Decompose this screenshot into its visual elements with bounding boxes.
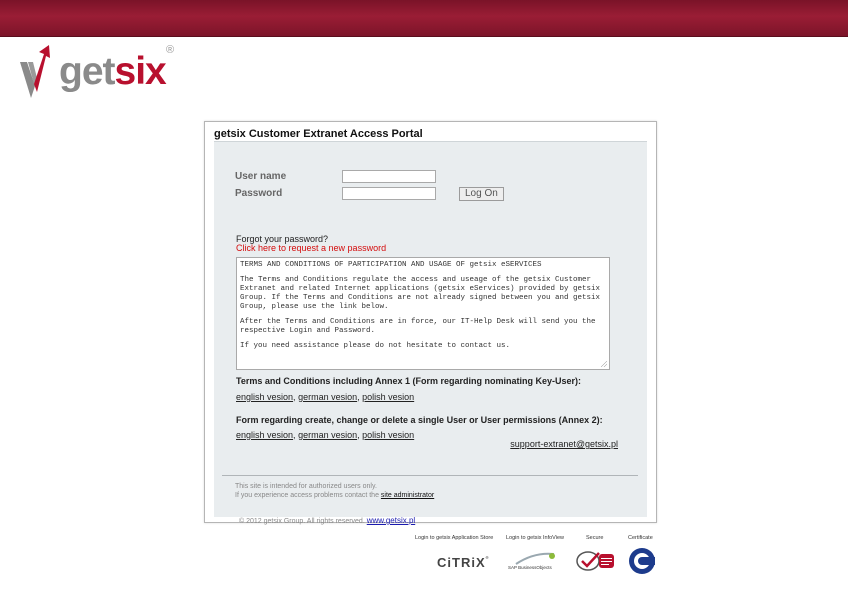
annex2-german-link[interactable]: german vesion bbox=[298, 430, 357, 440]
login-portal-panel: getsix Customer Extranet Access Portal U… bbox=[204, 121, 657, 525]
annex1-german-link[interactable]: german vesion bbox=[298, 392, 357, 402]
annex2-heading: Form regarding create, change or delete … bbox=[236, 415, 603, 425]
citrix-logo-link[interactable]: CiTRiX® bbox=[437, 555, 490, 570]
getsix-wordmark: getsix bbox=[59, 50, 167, 94]
authorized-users-notice: This site is intended for authorized use… bbox=[235, 483, 377, 490]
secure-label: Secure bbox=[586, 535, 604, 541]
citrix-logo-text: CiTRiX bbox=[437, 555, 486, 570]
sap-infoview-label: Login to getsix InfoView bbox=[506, 535, 564, 541]
citrix-store-label: Login to getsix Application Store bbox=[415, 535, 494, 541]
wordmark-get: get bbox=[59, 50, 115, 93]
getsix-website-link[interactable]: www.getsix.pl bbox=[367, 516, 415, 525]
annex2-english-link[interactable]: english vesion bbox=[236, 430, 293, 440]
sap-swoosh-icon bbox=[515, 552, 555, 565]
secure-checkmark-icon[interactable] bbox=[575, 549, 615, 573]
getsix-logo[interactable]: getsix ® bbox=[16, 44, 216, 104]
certificate-label: Certificate bbox=[628, 535, 653, 541]
terms-annex1-heading: Terms and Conditions including Annex 1 (… bbox=[236, 376, 582, 386]
terms-paragraph-2: After the Terms and Conditions are in fo… bbox=[240, 318, 596, 335]
link-separator: , bbox=[293, 430, 296, 440]
username-input[interactable] bbox=[342, 170, 436, 183]
access-problems-notice: If you experience access problems contac… bbox=[235, 492, 434, 499]
terms-paragraph-3: If you need assistance please do not hes… bbox=[240, 342, 511, 350]
certificate-seal-icon[interactable] bbox=[627, 546, 657, 576]
annex1-polish-link[interactable]: polish vesion bbox=[362, 392, 414, 402]
annex1-links: english vesion, german vesion, polish ve… bbox=[236, 392, 414, 402]
portal-body: User name Password Log On Forgot your pa… bbox=[214, 141, 647, 525]
resize-grip-icon[interactable] bbox=[601, 361, 607, 367]
link-separator: , bbox=[357, 392, 360, 402]
terms-heading: TERMS AND CONDITIONS OF PARTICIPATION AN… bbox=[240, 261, 542, 269]
access-problems-text: If you experience access problems contac… bbox=[235, 492, 379, 499]
link-separator: , bbox=[357, 430, 360, 440]
support-email-link[interactable]: support-extranet@getsix.pl bbox=[510, 439, 618, 449]
copyright-notice: © 2012 getsix Group. All rights reserved… bbox=[239, 516, 415, 525]
username-label: User name bbox=[235, 171, 287, 182]
getsix-logo-mark-icon bbox=[20, 45, 50, 98]
password-input[interactable] bbox=[342, 187, 436, 200]
annex2-links: english vesion, german vesion, polish ve… bbox=[236, 430, 414, 440]
sap-logo-text: SAP BusinessObjects bbox=[508, 565, 552, 570]
wordmark-six: six bbox=[114, 50, 167, 93]
annex1-english-link[interactable]: english vesion bbox=[236, 392, 293, 402]
log-on-button[interactable]: Log On bbox=[459, 187, 504, 201]
password-label: Password bbox=[235, 188, 283, 199]
footer-divider bbox=[222, 475, 638, 476]
annex2-polish-link[interactable]: polish vesion bbox=[362, 430, 414, 440]
copyright-text: © 2012 getsix Group. All rights reserved… bbox=[239, 518, 365, 525]
citrix-trademark: ® bbox=[485, 555, 490, 560]
portal-title: getsix Customer Extranet Access Portal bbox=[214, 128, 423, 140]
terms-textarea[interactable]: TERMS AND CONDITIONS OF PARTICIPATION AN… bbox=[236, 257, 610, 370]
sap-businessobjects-logo-link[interactable]: SAP BusinessObjects bbox=[506, 550, 562, 574]
terms-paragraph-1: The Terms and Conditions regulate the ac… bbox=[240, 276, 601, 311]
registered-mark: ® bbox=[166, 44, 175, 56]
link-separator: , bbox=[293, 392, 296, 402]
top-banner bbox=[0, 0, 848, 37]
site-administrator-link[interactable]: site administrator bbox=[381, 492, 434, 499]
request-new-password-link[interactable]: Click here to request a new password bbox=[236, 243, 386, 253]
